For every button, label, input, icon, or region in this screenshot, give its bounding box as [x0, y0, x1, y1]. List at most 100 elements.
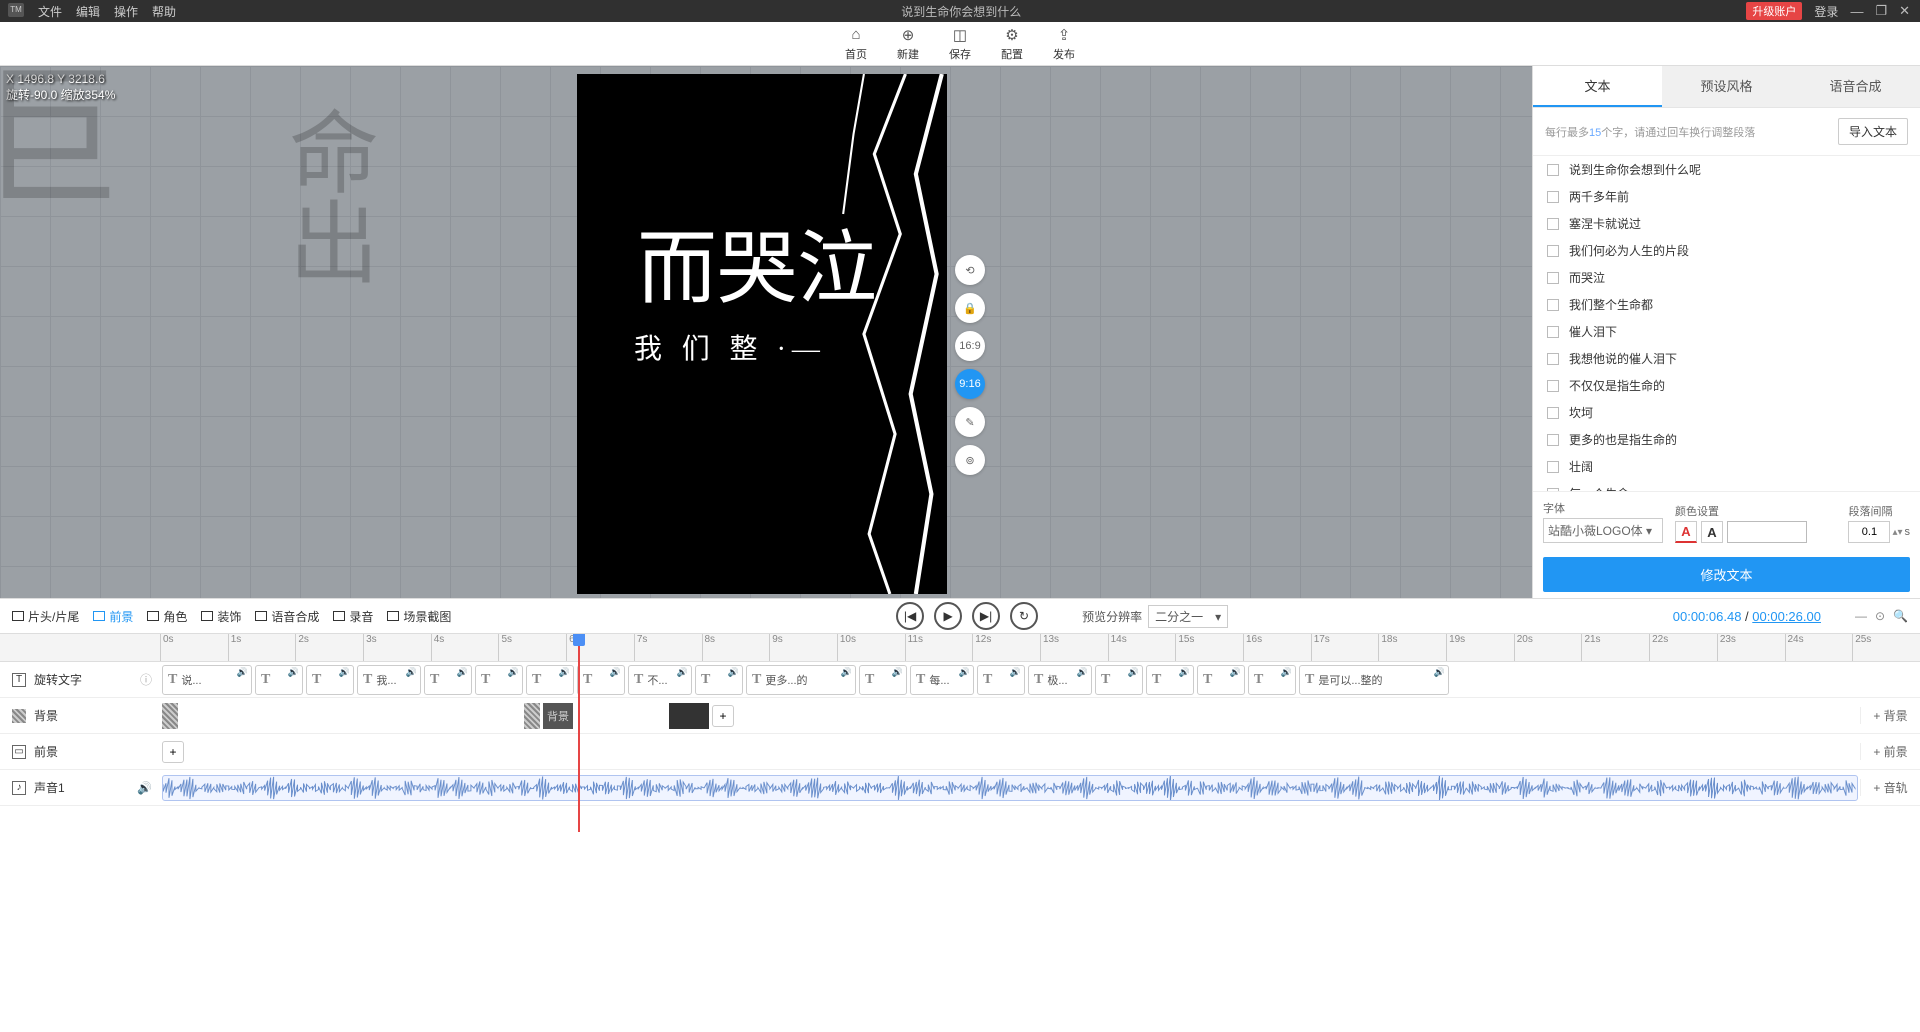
toolbar-4[interactable]: ⇪发布 — [1053, 26, 1075, 62]
text-line[interactable]: 而哭泣 — [1543, 264, 1910, 291]
play-button[interactable]: ▶ — [934, 602, 962, 630]
text-clip[interactable]: T🔊 — [1197, 665, 1245, 695]
text-line-checkbox[interactable] — [1547, 245, 1559, 257]
text-line-checkbox[interactable] — [1547, 326, 1559, 338]
text-line[interactable]: 不仅仅是指生命的 — [1543, 372, 1910, 399]
aspect-btn-3[interactable]: 9:16 — [955, 369, 985, 399]
time-ruler[interactable]: 0s1s2s3s4s5s6s7s8s9s10s11s12s13s14s15s16… — [0, 634, 1920, 662]
preview-frame[interactable]: 而哭泣 我 们 整 ·— — [577, 74, 947, 594]
text-clip[interactable]: T🔊 — [306, 665, 354, 695]
spacing-input[interactable] — [1848, 521, 1890, 543]
close-icon[interactable]: ✕ — [1899, 3, 1910, 19]
bg-clip-label[interactable]: 背景 — [543, 703, 573, 729]
next-frame-button[interactable]: ▶| — [972, 602, 1000, 630]
text-line-checkbox[interactable] — [1547, 407, 1559, 419]
track-toggle-6[interactable]: 场景截图 — [387, 608, 451, 625]
zoom-out-button[interactable]: — — [1855, 609, 1867, 623]
aspect-btn-5[interactable]: ⊚ — [955, 445, 985, 475]
audio-volume-icon[interactable]: 🔊 — [137, 781, 152, 795]
text-clip[interactable]: T🔊 — [526, 665, 574, 695]
text-clip[interactable]: T是可以...整的🔊 — [1299, 665, 1449, 695]
prev-frame-button[interactable]: |◀ — [896, 602, 924, 630]
track-toggle-2[interactable]: 角色 — [147, 608, 187, 625]
playhead[interactable] — [578, 634, 580, 832]
maximize-icon[interactable]: ❐ — [1875, 3, 1887, 19]
text-color-button[interactable]: A — [1675, 521, 1697, 543]
text-clip[interactable]: T🔊 — [1095, 665, 1143, 695]
text-line-checkbox[interactable] — [1547, 272, 1559, 284]
text-clips[interactable]: T说...🔊T🔊T🔊T我...🔊T🔊T🔊T🔊T🔊T不...🔊T🔊T更多...的🔊… — [160, 662, 1860, 697]
upgrade-button[interactable]: 升级账户 — [1746, 2, 1802, 20]
track-toggle-1[interactable]: 前景 — [93, 608, 133, 625]
text-line[interactable]: 我们整个生命都 — [1543, 291, 1910, 318]
aspect-btn-2[interactable]: 16:9 — [955, 331, 985, 361]
bg-clip-hatch-2[interactable] — [524, 703, 540, 729]
text-clip[interactable]: T🔊 — [1248, 665, 1296, 695]
text-line-checkbox[interactable] — [1547, 461, 1559, 473]
text-clip[interactable]: T🔊 — [577, 665, 625, 695]
add-audio-track-button[interactable]: + 音轨 — [1860, 779, 1920, 796]
text-line-checkbox[interactable] — [1547, 353, 1559, 365]
text-line-checkbox[interactable] — [1547, 299, 1559, 311]
text-clip[interactable]: T我...🔊 — [357, 665, 421, 695]
text-clip[interactable]: T不...🔊 — [628, 665, 692, 695]
text-line[interactable]: 我想他说的催人泪下 — [1543, 345, 1910, 372]
fg-track-content[interactable]: + — [160, 734, 1860, 769]
text-clip[interactable]: T极...🔊 — [1028, 665, 1092, 695]
track-toggle-5[interactable]: 录音 — [333, 608, 373, 625]
text-line[interactable]: 催人泪下 — [1543, 318, 1910, 345]
text-clip[interactable]: T更多...的🔊 — [746, 665, 856, 695]
text-clip[interactable]: T说...🔊 — [162, 665, 252, 695]
track-toggle-3[interactable]: 装饰 — [201, 608, 241, 625]
loop-button[interactable]: ↻ — [1010, 602, 1038, 630]
menu-edit[interactable]: 编辑 — [76, 3, 100, 20]
text-clip[interactable]: T每...🔊 — [910, 665, 974, 695]
add-fg-track-button[interactable]: + 前景 — [1860, 743, 1920, 760]
modify-text-button[interactable]: 修改文本 — [1543, 557, 1910, 592]
color-preview[interactable] — [1727, 521, 1807, 543]
zoom-in-button[interactable]: 🔍 — [1893, 609, 1908, 623]
menu-action[interactable]: 操作 — [114, 3, 138, 20]
track-toggle-0[interactable]: 片头/片尾 — [12, 608, 79, 625]
text-clip[interactable]: T🔊 — [977, 665, 1025, 695]
aspect-btn-4[interactable]: ✎ — [955, 407, 985, 437]
toolbar-1[interactable]: ⊕新建 — [897, 26, 919, 62]
minimize-icon[interactable]: — — [1850, 4, 1863, 19]
text-clip[interactable]: T🔊 — [255, 665, 303, 695]
toolbar-0[interactable]: ⌂首页 — [845, 26, 867, 62]
add-bg-clip-button[interactable]: + — [712, 705, 734, 727]
import-text-button[interactable]: 导入文本 — [1838, 118, 1908, 145]
aspect-btn-1[interactable]: 🔒 — [955, 293, 985, 323]
text-clip[interactable]: T🔊 — [859, 665, 907, 695]
text-clip[interactable]: T🔊 — [424, 665, 472, 695]
text-line-checkbox[interactable] — [1547, 434, 1559, 446]
audio-waveform[interactable] — [162, 775, 1858, 801]
toolbar-3[interactable]: ⚙配置 — [1001, 26, 1023, 62]
aspect-btn-0[interactable]: ⟲ — [955, 255, 985, 285]
menu-help[interactable]: 帮助 — [152, 3, 176, 20]
zoom-reset-button[interactable]: ⊙ — [1875, 609, 1885, 623]
text-line[interactable]: 塞涅卡就说过 — [1543, 210, 1910, 237]
audio-track-content[interactable] — [160, 770, 1860, 805]
bg-track-content[interactable]: 背景 + — [160, 698, 1860, 733]
text-line-checkbox[interactable] — [1547, 164, 1559, 176]
text-clip[interactable]: T🔊 — [1146, 665, 1194, 695]
text-line[interactable]: 每一个生命 — [1543, 480, 1910, 492]
toolbar-2[interactable]: ◫保存 — [949, 26, 971, 62]
text-line[interactable]: 坎坷 — [1543, 399, 1910, 426]
text-line[interactable]: 我们何必为人生的片段 — [1543, 237, 1910, 264]
text-line[interactable]: 更多的也是指生命的 — [1543, 426, 1910, 453]
bg-clip-hatch[interactable] — [162, 703, 178, 729]
info-icon[interactable]: ⓘ — [140, 671, 152, 688]
text-clip[interactable]: T🔊 — [475, 665, 523, 695]
text-line[interactable]: 壮阔 — [1543, 453, 1910, 480]
menu-file[interactable]: 文件 — [38, 3, 62, 20]
text-line-checkbox[interactable] — [1547, 218, 1559, 230]
tab-tts[interactable]: 语音合成 — [1791, 66, 1920, 107]
preview-res-select[interactable]: 二分之一 ▾ — [1148, 605, 1228, 628]
fill-color-button[interactable]: A — [1701, 521, 1723, 543]
text-line[interactable]: 说到生命你会想到什么呢 — [1543, 156, 1910, 183]
tab-text[interactable]: 文本 — [1533, 66, 1662, 107]
add-fg-clip-button[interactable]: + — [162, 741, 184, 763]
canvas[interactable]: X 1496.8 Y 3218.6 旋转-90.0 缩放354% 巨 命出 而哭… — [0, 66, 1532, 598]
